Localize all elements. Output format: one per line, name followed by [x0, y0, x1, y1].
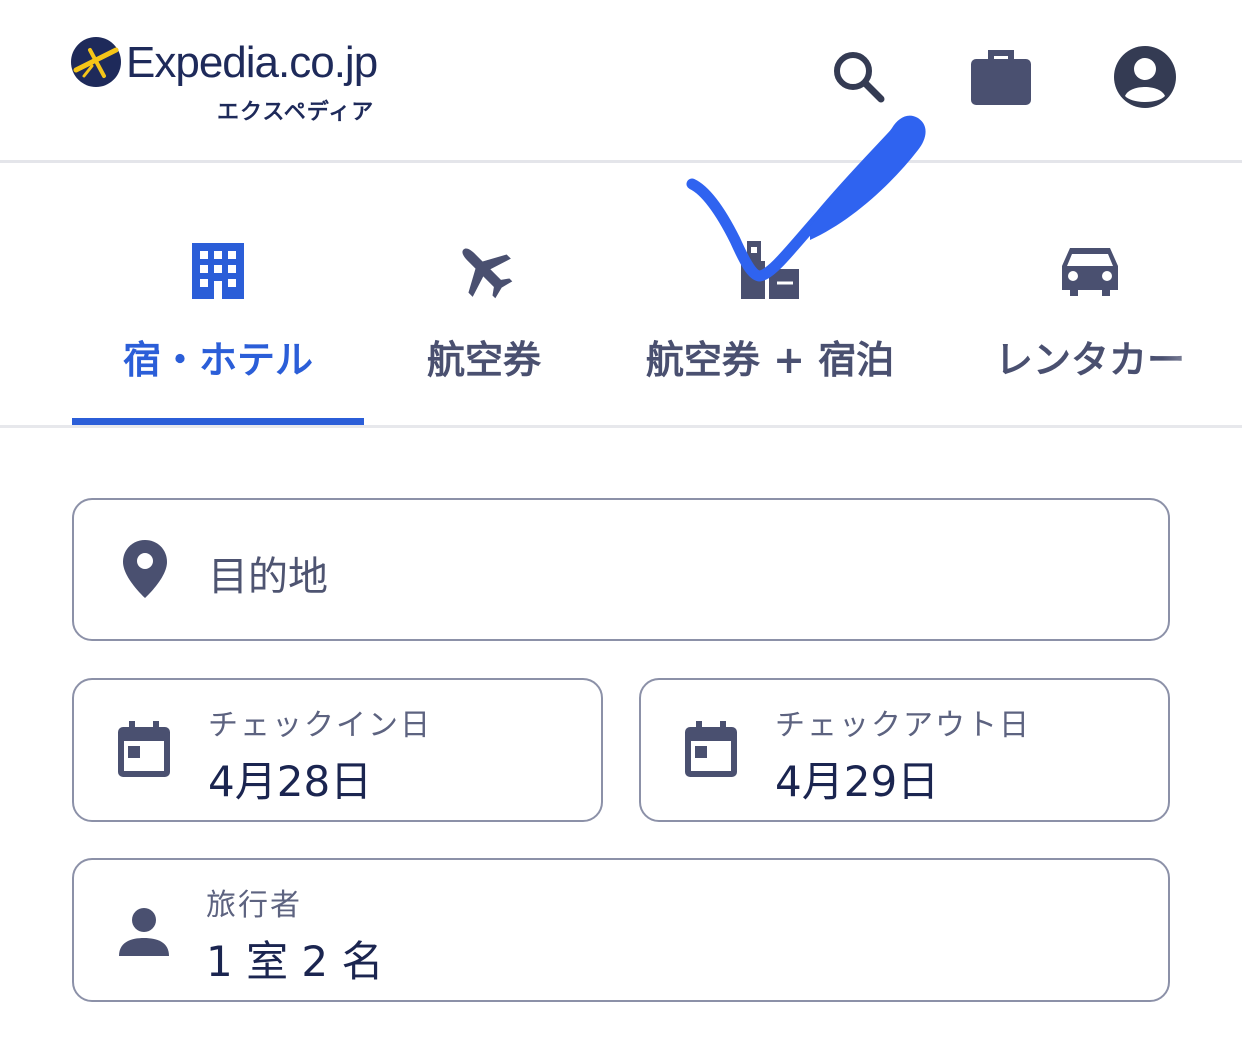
checkout-label: チェックアウト日 — [775, 708, 1031, 743]
checkin-value: 4月28日 — [208, 757, 373, 806]
tabs-divider — [0, 425, 1242, 428]
tab-label: レンタカー — [994, 338, 1185, 382]
travelers-field[interactable]: 旅行者 1 室 2 名 — [72, 858, 1170, 1002]
tabs-scroll-fade — [1162, 323, 1242, 393]
checkout-value: 4月29日 — [775, 757, 940, 806]
calendar-icon — [681, 718, 741, 780]
tab-package[interactable]: 航空券 + 宿泊 — [632, 163, 908, 425]
briefcase-icon[interactable] — [968, 44, 1034, 110]
tab-car-rental[interactable]: レンタカー — [990, 163, 1190, 425]
checkin-date-field[interactable]: チェックイン日 4月28日 — [72, 678, 603, 822]
checkin-label: チェックイン日 — [208, 708, 432, 743]
car-icon — [1055, 235, 1125, 305]
travelers-label: 旅行者 — [206, 888, 302, 923]
destination-placeholder: 目的地 — [208, 554, 328, 600]
account-icon[interactable] — [1112, 44, 1178, 110]
hotel-icon — [183, 235, 253, 305]
logo-wordmark: Expedia.co.jp — [126, 38, 378, 87]
location-pin-icon — [114, 536, 176, 602]
plane-icon — [449, 235, 519, 305]
person-icon — [116, 904, 172, 960]
tab-label: 宿・ホテル — [122, 338, 313, 382]
search-icon[interactable] — [826, 44, 892, 110]
destination-field[interactable]: 目的地 — [72, 498, 1170, 641]
header: Expedia.co.jp エクスペディア — [0, 0, 1242, 163]
tab-flights[interactable]: 航空券 — [404, 163, 564, 425]
calendar-icon — [114, 718, 174, 780]
travelers-value: 1 室 2 名 — [206, 937, 384, 986]
package-icon — [735, 235, 805, 305]
active-tab-indicator — [72, 418, 364, 425]
expedia-page: Expedia.co.jp エクスペディア 宿・ホテル 航空券 航空券 + 宿泊… — [0, 0, 1242, 1041]
tab-label: 航空券 + 宿泊 — [645, 338, 895, 382]
product-tabs: 宿・ホテル 航空券 航空券 + 宿泊 レンタカー — [0, 163, 1242, 428]
checkout-date-field[interactable]: チェックアウト日 4月29日 — [639, 678, 1170, 822]
tab-label: 航空券 — [426, 338, 541, 382]
globe-logo-icon — [71, 37, 121, 87]
expedia-logo[interactable]: Expedia.co.jp エクスペディア — [70, 36, 390, 126]
tab-hotel[interactable]: 宿・ホテル — [72, 163, 364, 425]
logo-katakana: エクスペディア — [217, 100, 375, 125]
